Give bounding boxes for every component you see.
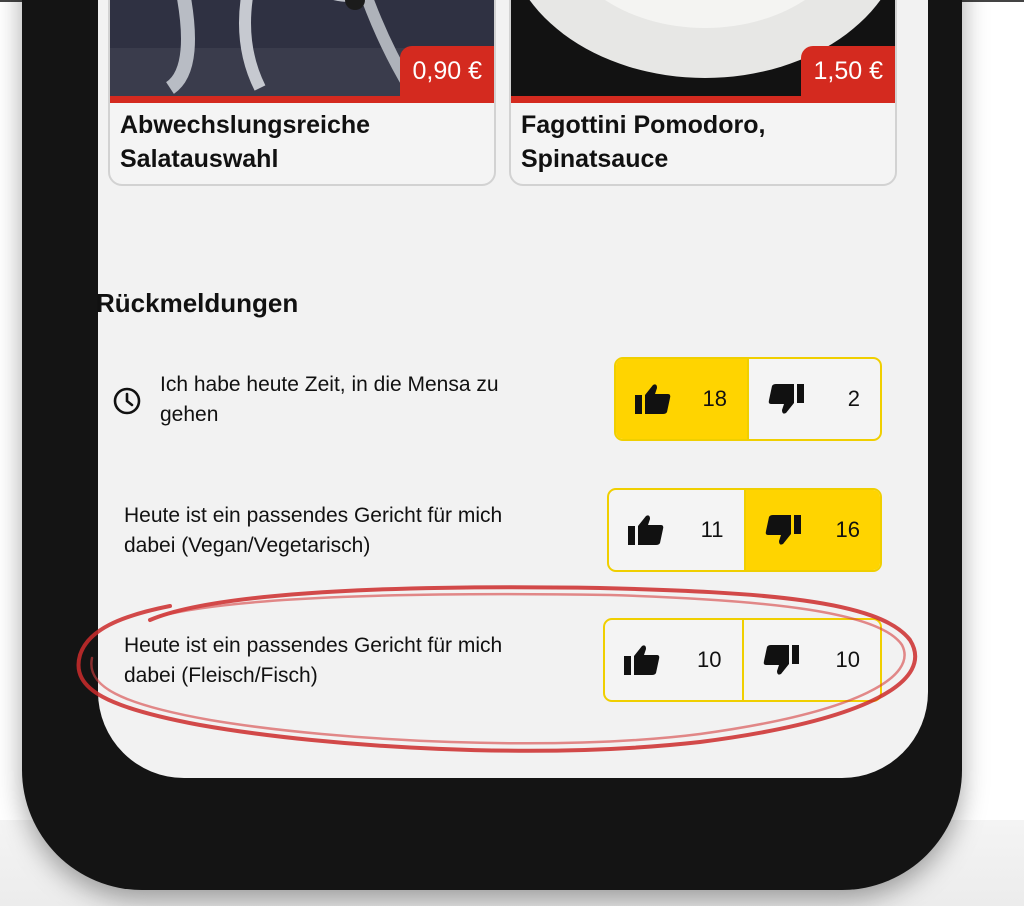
thumbs-down-button[interactable]: 2 — [747, 359, 880, 439]
feedback-label-vegan: Heute ist ein passendes Gericht für mich… — [124, 504, 503, 557]
dish-title: Abwechslungsreiche Salatauswahl — [120, 111, 371, 173]
vote-group-vegan: 11 16 — [607, 488, 882, 572]
phone-frame: 0,90 € Abwechslungsreiche Salatauswahl 1… — [22, 0, 962, 890]
clock-icon — [113, 387, 141, 415]
thumbs-down-button[interactable]: 16 — [743, 490, 880, 570]
vote-group-meat-fish: 10 10 — [603, 618, 882, 702]
price-badge: 1,50 € — [801, 46, 895, 96]
price-badge: 0,90 € — [400, 46, 494, 96]
downvote-count: 2 — [847, 386, 860, 411]
downvote-count: 16 — [835, 517, 860, 542]
thumbs-up-button[interactable]: 10 — [605, 620, 742, 700]
upvote-count: 18 — [702, 386, 727, 411]
thumbs-up-icon — [624, 645, 660, 675]
thumbs-down-button[interactable]: 10 — [741, 620, 881, 700]
feedback-heading: Rückmeldungen — [96, 288, 299, 318]
thumbs-up-button[interactable]: 11 — [609, 490, 744, 570]
card-accent-bar — [511, 96, 895, 103]
thumbs-down-icon — [763, 645, 799, 675]
feedback-label-meat-fish: Heute ist ein passendes Gericht für mich… — [124, 634, 503, 687]
thumbs-up-button[interactable]: 18 — [616, 359, 747, 439]
upvote-count: 11 — [700, 517, 724, 542]
thumbs-up-icon — [628, 515, 664, 545]
dish-title: Fagottini Pomodoro, Spinatsauce — [521, 111, 766, 173]
dish-card-fagottini[interactable]: 1,50 € Fagottini Pomodoro, Spinatsauce — [509, 0, 897, 186]
upvote-count: 10 — [697, 647, 722, 672]
thumbs-down-icon — [765, 515, 801, 545]
feedback-label-time: Ich habe heute Zeit, in die Mensa zu geh… — [160, 373, 499, 426]
thumbs-up-icon — [635, 384, 671, 414]
thumbs-down-icon — [768, 384, 804, 414]
card-accent-bar — [110, 96, 494, 103]
downvote-count: 10 — [835, 647, 860, 672]
vote-group-time: 18 2 — [614, 357, 882, 441]
dish-card-salad[interactable]: 0,90 € Abwechslungsreiche Salatauswahl — [108, 0, 496, 186]
